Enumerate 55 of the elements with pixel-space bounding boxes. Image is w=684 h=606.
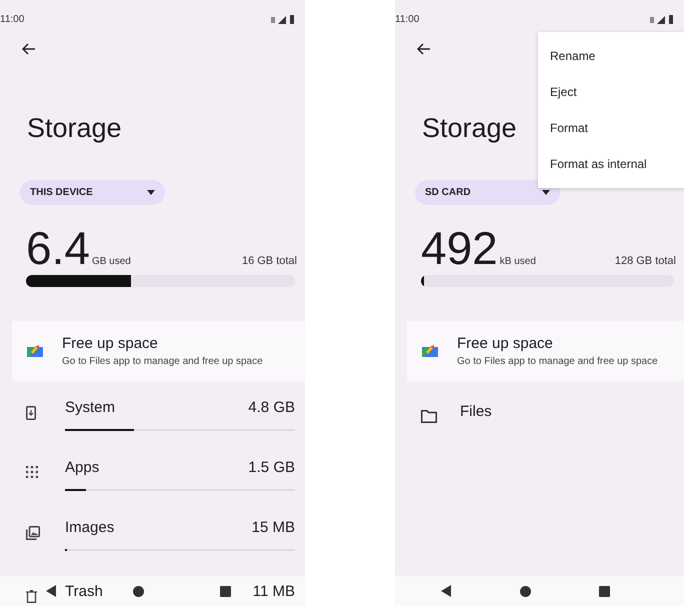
status-time: 11:00 (0, 14, 24, 25)
status-time: 11:00 (395, 14, 420, 25)
back-nav-icon[interactable] (441, 585, 451, 597)
category-size: 4.8 GB (248, 399, 295, 416)
caret-icon (542, 190, 550, 195)
storage-category-row[interactable]: Files (421, 403, 674, 445)
used-amount: 492 (421, 225, 498, 271)
trash-icon (26, 590, 37, 603)
category-size: 1.5 GB (248, 459, 295, 476)
total-capacity: 16 GB total (242, 255, 297, 267)
storage-category-row[interactable]: System 4.8 GB (26, 399, 295, 441)
files-app-icon (27, 345, 43, 357)
storage-category-row[interactable]: Trash 11 MB (26, 583, 295, 606)
category-size: 11 MB (252, 583, 295, 600)
storage-category-row[interactable]: Apps 1.5 GB (26, 459, 295, 501)
menu-item[interactable]: Eject (538, 74, 684, 110)
status-icons (650, 14, 674, 24)
phone-download-icon (26, 406, 36, 420)
menu-item[interactable]: Format as internal (538, 146, 684, 182)
category-label: Images (65, 519, 114, 536)
category-size: 15 MB (252, 519, 295, 536)
category-label: System (65, 399, 116, 416)
menu-item[interactable]: Rename (538, 38, 684, 74)
used-unit: GB used (92, 256, 132, 267)
card-subtitle: Go to Files app to manage and free up space (457, 356, 658, 367)
folder-icon (421, 410, 437, 423)
apps-grid-icon (26, 466, 38, 478)
back-arrow-icon[interactable] (417, 43, 431, 55)
storage-dropdown[interactable]: THIS DEVICE (20, 180, 165, 205)
total-capacity: 128 GB total (614, 255, 676, 267)
caret-icon (147, 190, 155, 195)
used-unit: kB used (500, 256, 537, 267)
recents-nav-icon[interactable] (220, 586, 231, 596)
menu-item[interactable]: Format (538, 110, 684, 146)
storage-category-row[interactable]: Images 15 MB (26, 519, 295, 561)
back-arrow-icon[interactable] (22, 43, 36, 55)
used-amount: 6.4 (26, 225, 90, 271)
back-nav-icon[interactable] (46, 585, 56, 597)
home-nav-icon[interactable] (520, 586, 530, 596)
files-app-icon (422, 345, 438, 357)
card-title: Free up space (457, 335, 554, 352)
category-label: Apps (65, 459, 100, 476)
images-icon (26, 526, 40, 540)
storage-dropdown[interactable]: SD CARD (415, 180, 560, 205)
page-title: Storage (27, 113, 122, 144)
free-up-space-card[interactable]: Free up space Go to Files app to manage and free up space (12, 321, 305, 381)
home-nav-icon[interactable] (132, 586, 144, 596)
card-subtitle: Go to Files app to manage and free up space (62, 356, 263, 367)
category-label: Files (460, 403, 492, 420)
card-title: Free up space (62, 335, 159, 352)
free-up-space-card[interactable]: Free up space Go to Files app to manage and free up space (407, 321, 684, 381)
recents-nav-icon[interactable] (599, 586, 610, 596)
page-title: Storage (422, 113, 517, 144)
status-icons (271, 14, 295, 24)
category-label: Trash (65, 583, 103, 600)
